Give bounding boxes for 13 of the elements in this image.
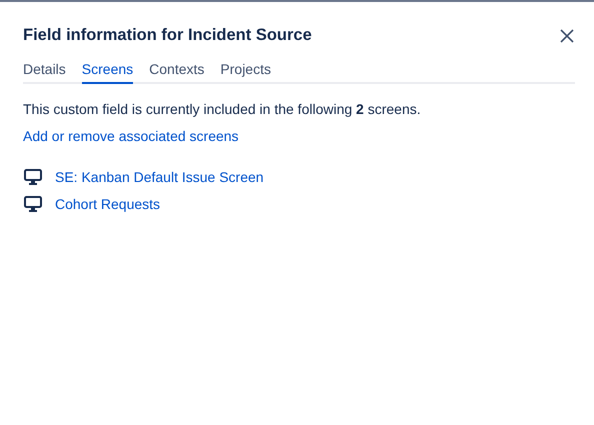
tab[interactable]: Projects [220,61,271,84]
monitor-icon [23,195,43,213]
monitor-icon [23,168,43,186]
tab[interactable]: Screens [82,61,134,84]
close-icon [559,28,575,44]
description-text: This custom field is currently included in the following 2 screens. [23,101,422,117]
manage-screens-link[interactable]: Add or remove associated screens [23,128,239,144]
dialog-title: Field information for Incident Source [23,26,312,45]
screen-link[interactable]: SE: Kanban Default Issue Screen [55,169,264,185]
tab[interactable]: Contexts [149,61,204,84]
close-button[interactable] [559,28,575,44]
screen-link[interactable]: Cohort Requests [55,196,160,212]
tab[interactable]: Details [23,61,66,84]
